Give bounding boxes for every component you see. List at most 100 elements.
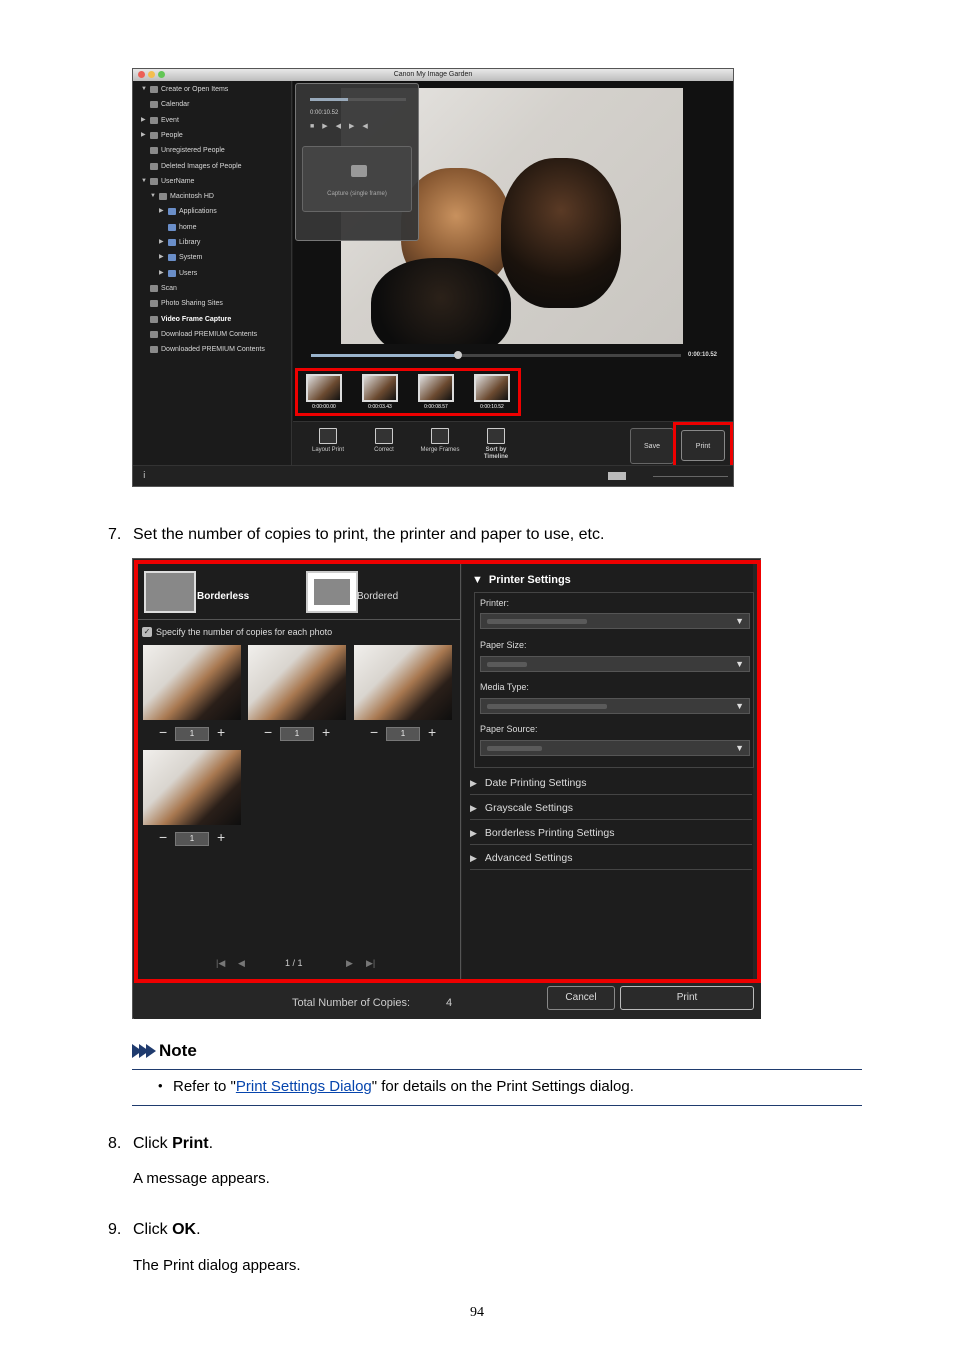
sidebar-item[interactable]: ▼ Create or Open Items [141,83,228,96]
sidebar-item[interactable]: ▶ Library [159,236,200,249]
sidebar-item-label: Photo Sharing Sites [161,300,223,308]
seek-slider[interactable] [311,351,681,359]
sidebar-item[interactable]: ▶ Applications [159,205,217,218]
sidebar-item[interactable]: ▶ People [141,129,183,142]
merge-frames-label: Merge Frames [420,447,460,453]
bottom-toolbar: Layout Print Correct Merge Frames Sort b… [293,421,733,468]
note-text-after: " for details on the Print Settings dial… [371,1078,634,1095]
view-toggle-icon[interactable] [608,472,626,480]
item-icon [150,346,158,354]
sidebar-item-label: home [179,223,197,231]
total-copies-label: Total Number of Copies: [292,997,410,1009]
sidebar-item[interactable]: Unregistered People [141,144,225,157]
disclosure-triangle-icon[interactable]: ▼ [141,175,147,188]
disclosure-triangle-icon[interactable]: ▼ [150,190,156,203]
sidebar-item-label: System [179,254,203,262]
step-8: 8. Click Print. [108,1134,213,1154]
sidebar-item[interactable]: Calendar [141,98,189,111]
disclosure-triangle-icon[interactable]: ▶ [159,251,165,264]
note-title: Note [159,1041,197,1060]
camera-icon [351,165,367,177]
sort-by-timeline-label: Sort by Timeline [483,447,509,460]
capture-single-frame-button[interactable]: Capture (single frame) [302,146,412,212]
folder-icon [168,223,176,231]
minimize-window-button[interactable] [148,71,155,78]
close-window-button[interactable] [138,71,145,78]
captured-frame-thumbnail[interactable] [362,374,398,402]
sidebar-item[interactable]: Video Frame Capture [141,313,231,326]
captured-frame-thumbnail[interactable] [474,374,510,402]
sidebar-item-label: Scan [161,284,177,292]
item-icon [150,315,158,323]
sort-by-timeline-icon [487,428,505,444]
step-text: Click [133,1221,173,1238]
info-icon[interactable]: ⅰ [143,470,146,481]
sidebar-item[interactable]: home [159,221,197,234]
cancel-button[interactable]: Cancel [547,986,615,1010]
item-icon [159,193,167,201]
folder-icon [168,239,176,246]
frame-timestamp: 0:00:03.43 [368,404,392,410]
sidebar-item[interactable]: Download PREMIUM Contents [141,328,257,341]
step-text: Click [133,1135,173,1152]
sidebar-item[interactable]: ▶ Event [141,114,179,127]
captured-frame-thumbnail[interactable] [306,374,342,402]
settings-highlight-frame [134,560,761,983]
dialog-footer: Total Number of Copies: 4 Cancel Print [134,983,761,1019]
save-button[interactable]: Save [630,428,674,464]
page-number: 94 [470,1305,484,1320]
sidebar-item-label: People [161,131,183,139]
seek-knob[interactable] [454,351,462,359]
window-titlebar: Canon My Image Garden [133,69,733,81]
folder-icon [168,254,176,262]
correct-label: Correct [374,447,394,453]
layout-print-label: Layout Print [311,447,345,453]
zoom-window-button[interactable] [158,71,165,78]
disclosure-triangle-icon[interactable]: ▼ [141,83,147,96]
print-settings-dialog-link[interactable]: Print Settings Dialog [236,1078,372,1095]
disclosure-triangle-icon[interactable]: ▶ [159,267,165,280]
print-button[interactable]: Print [620,986,754,1010]
item-icon [150,131,158,139]
player-time: 0:00:10.52 [310,110,339,116]
item-icon [150,147,158,155]
player-progress-bar[interactable] [310,98,406,101]
item-icon [150,86,158,93]
layout-print-button[interactable]: Layout Print [303,428,353,454]
sidebar-item[interactable]: Downloaded PREMIUM Contents [141,343,265,356]
step-8-result: A message appears. [133,1170,270,1187]
sidebar-item-label: Calendar [161,101,190,109]
merge-frames-button[interactable]: Merge Frames [415,428,465,454]
disclosure-triangle-icon[interactable]: ▶ [141,129,147,142]
item-icon [150,284,158,292]
sidebar-item-label: Unregistered People [161,147,225,155]
sidebar-item[interactable]: ▶ Users [159,267,197,280]
sidebar-item-label: Downloaded PREMIUM Contents [161,346,265,354]
frame-timestamp: 0:00:10.52 [480,404,504,410]
sidebar-item[interactable]: ▼ Macintosh HD [150,190,214,203]
sidebar-item[interactable]: Photo Sharing Sites [141,297,223,310]
sidebar-item[interactable]: Scan [141,282,177,295]
sidebar-item[interactable]: ▶ System [159,251,202,264]
player-controls[interactable]: ■▶◀▶◀ [310,122,376,130]
sort-by-timeline-button[interactable]: Sort by Timeline [471,428,521,461]
step-number: 9. [108,1221,122,1238]
item-icon [150,300,158,308]
sidebar-item-label: Library [179,239,201,246]
sidebar-item[interactable]: ▼ UserName [141,175,194,188]
disclosure-triangle-icon[interactable]: ▶ [141,114,147,127]
item-icon [150,330,158,338]
total-copies-value: 4 [446,997,453,1009]
note-chevron-icon [132,1044,156,1058]
zoom-slider[interactable] [653,476,728,477]
captured-frame-thumbnail[interactable] [418,374,454,402]
disclosure-triangle-icon[interactable]: ▶ [159,236,165,249]
disclosure-triangle-icon[interactable]: ▶ [159,205,165,218]
note-text: Refer to "Print Settings Dialog" for det… [173,1078,634,1095]
video-player-panel: 0:00:10.52 ■▶◀▶◀ Capture (single frame) [295,83,419,241]
correct-button[interactable]: Correct [359,428,409,454]
print-button[interactable]: Print [681,430,725,461]
status-bar: ⅰ [133,465,733,486]
video-frame-capture-view: 0:00:10.52 ■▶◀▶◀ Capture (single frame) … [293,81,733,468]
sidebar-item[interactable]: Deleted Images of People [141,160,242,173]
